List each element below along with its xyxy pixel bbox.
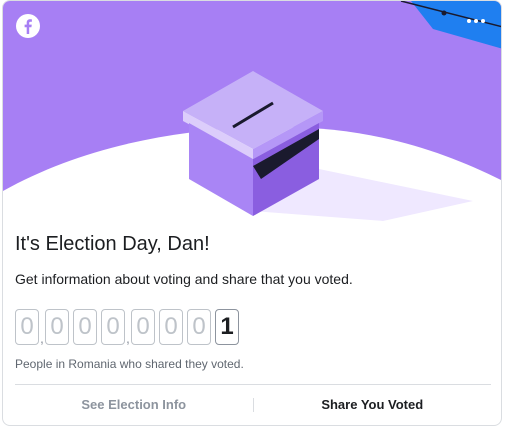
see-election-info-button[interactable]: See Election Info xyxy=(15,387,253,423)
counter-digit: 0 xyxy=(73,309,97,345)
counter-digit: 0 xyxy=(45,309,69,345)
more-horizontal-icon[interactable] xyxy=(461,11,491,31)
card-actions: See Election Info Share You Voted xyxy=(15,387,491,423)
counter-digit: 0 xyxy=(15,309,39,345)
accent-dot xyxy=(441,10,447,16)
counter-digit: 0 xyxy=(159,309,183,345)
counter-digit: 0 xyxy=(131,309,155,345)
facebook-icon[interactable] xyxy=(15,13,41,39)
counter-digit: 0 xyxy=(101,309,125,345)
counter-caption: People in Romania who shared they voted. xyxy=(15,357,244,371)
hero-illustration xyxy=(3,1,501,221)
counter-digit-active: 1 xyxy=(215,309,239,345)
counter-digit: 0 xyxy=(187,309,211,345)
voter-counter: 0 , 0 0 0 , 0 0 0 1 xyxy=(15,305,239,345)
card-title: It's Election Day, Dan! xyxy=(15,233,210,255)
card-subtitle: Get information about voting and share t… xyxy=(15,271,353,287)
election-day-card: It's Election Day, Dan! Get information … xyxy=(2,0,502,426)
share-you-voted-button[interactable]: Share You Voted xyxy=(254,387,492,423)
divider xyxy=(15,384,491,385)
